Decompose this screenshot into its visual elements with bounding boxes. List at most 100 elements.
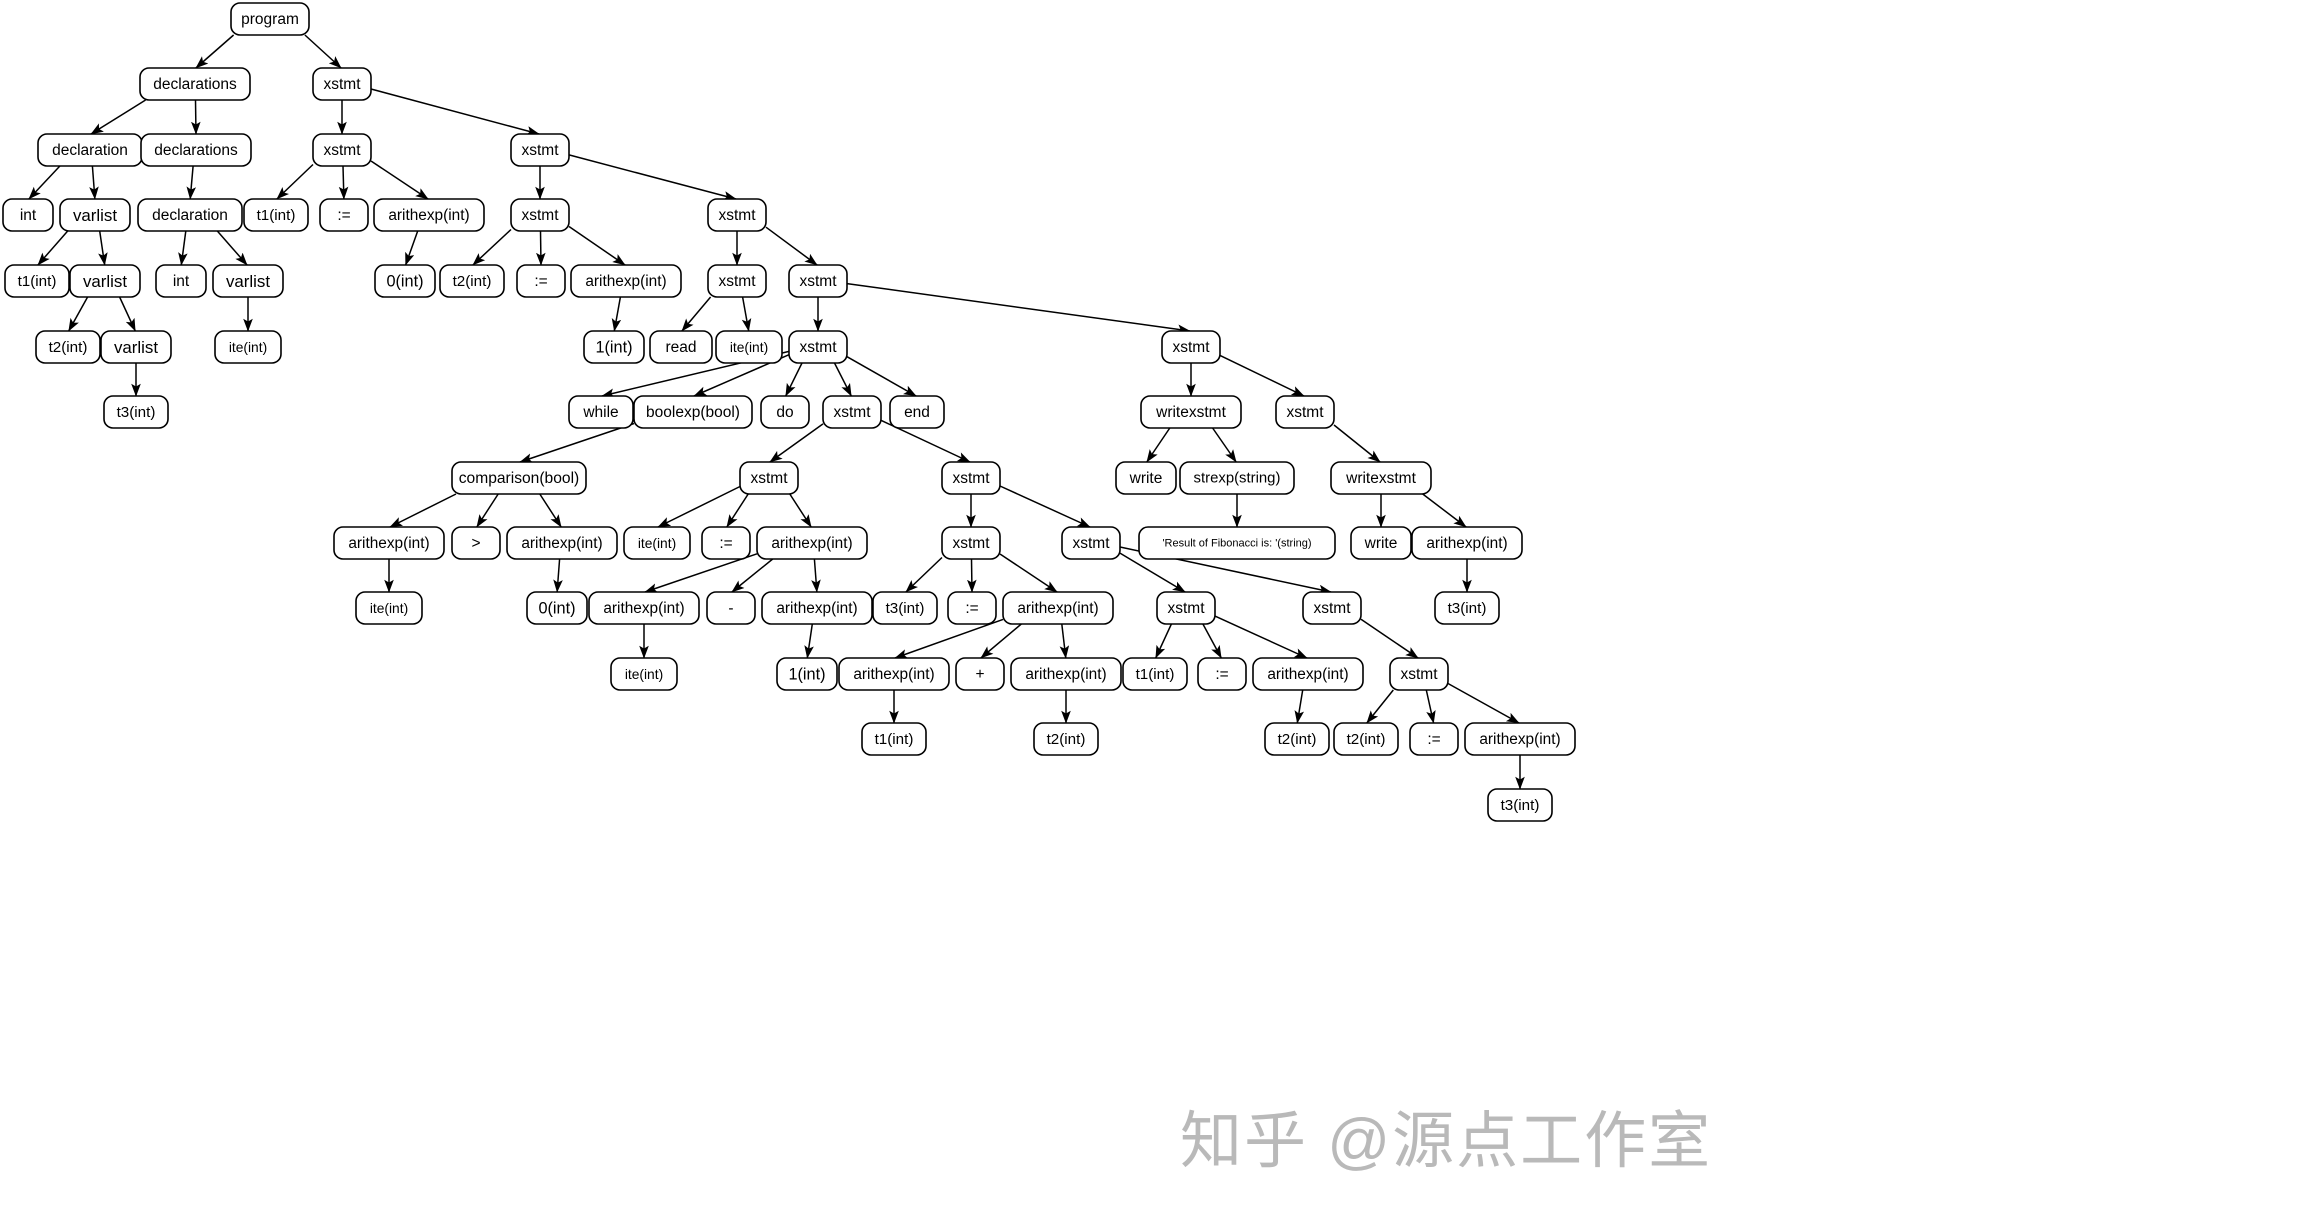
tree-node[interactable]: end	[889, 395, 945, 429]
tree-node[interactable]: xstmt	[312, 67, 372, 101]
tree-node[interactable]: t2(int)	[1333, 722, 1399, 756]
tree-node[interactable]: t2(int)	[439, 264, 505, 298]
tree-edge	[195, 34, 235, 69]
tree-node[interactable]: writexstmt	[1330, 461, 1432, 495]
tree-node[interactable]: xstmt	[707, 198, 767, 232]
tree-node[interactable]: arithexp(int)	[570, 264, 682, 298]
tree-node[interactable]: do	[760, 395, 810, 429]
tree-node[interactable]: 'Result of Fibonacci is: '(string)	[1138, 526, 1336, 560]
tree-node[interactable]: arithexp(int)	[1411, 526, 1523, 560]
tree-node-label: t1(int)	[18, 273, 57, 290]
tree-node[interactable]: >	[451, 526, 501, 560]
tree-node[interactable]: arithexp(int)	[373, 198, 485, 232]
tree-node[interactable]: :=	[1409, 722, 1459, 756]
tree-node[interactable]: xstmt	[1275, 395, 1335, 429]
tree-node[interactable]: xstmt	[941, 461, 1001, 495]
tree-node[interactable]: t2(int)	[1264, 722, 1330, 756]
tree-node[interactable]: xstmt	[312, 133, 372, 167]
tree-node-label: declaration	[152, 207, 228, 224]
tree-node[interactable]: arithexp(int)	[838, 657, 950, 691]
tree-node[interactable]: :=	[516, 264, 566, 298]
tree-node[interactable]: arithexp(int)	[1002, 591, 1114, 625]
tree-node[interactable]: xstmt	[1156, 591, 1216, 625]
tree-node[interactable]: varlist	[212, 264, 284, 298]
tree-node[interactable]: t1(int)	[4, 264, 70, 298]
tree-node[interactable]: arithexp(int)	[1464, 722, 1576, 756]
tree-node-label: t2(int)	[453, 273, 492, 290]
tree-node[interactable]: :=	[1197, 657, 1247, 691]
tree-node[interactable]: declarations	[140, 133, 252, 167]
tree-edge	[731, 558, 774, 593]
tree-node[interactable]: xstmt	[1302, 591, 1362, 625]
tree-node[interactable]: 1(int)	[583, 330, 645, 364]
tree-node-label: arithexp(int)	[1479, 731, 1560, 748]
tree-node[interactable]: t1(int)	[1122, 657, 1188, 691]
tree-node[interactable]: int	[155, 264, 207, 298]
tree-node-label: writexstmt	[1345, 470, 1416, 487]
tree-node-label: arithexp(int)	[771, 535, 852, 552]
tree-node[interactable]: xstmt	[510, 133, 570, 167]
tree-node[interactable]: arithexp(int)	[761, 591, 873, 625]
tree-node[interactable]: xstmt	[1389, 657, 1449, 691]
tree-node[interactable]: :=	[319, 198, 369, 232]
tree-node[interactable]: 1(int)	[776, 657, 838, 691]
tree-node[interactable]: +	[955, 657, 1005, 691]
tree-node[interactable]: arithexp(int)	[333, 526, 445, 560]
tree-node[interactable]: arithexp(int)	[1010, 657, 1122, 691]
tree-node[interactable]: ite(int)	[355, 591, 423, 625]
tree-node[interactable]: arithexp(int)	[506, 526, 618, 560]
tree-node[interactable]: declaration	[137, 198, 243, 232]
tree-edge	[191, 99, 201, 135]
tree-node[interactable]: t3(int)	[103, 395, 169, 429]
tree-node[interactable]: :=	[947, 591, 997, 625]
tree-node[interactable]: xstmt	[941, 526, 1001, 560]
tree-node[interactable]: xstmt	[1161, 330, 1221, 364]
tree-node-label: do	[776, 404, 793, 421]
tree-node[interactable]: comparison(bool)	[451, 461, 587, 495]
tree-node[interactable]: t3(int)	[1487, 788, 1553, 822]
tree-node[interactable]: write	[1115, 461, 1177, 495]
tree-node[interactable]: xstmt	[788, 264, 848, 298]
tree-edge	[178, 230, 188, 266]
tree-node[interactable]: ite(int)	[610, 657, 678, 691]
tree-node[interactable]: t3(int)	[1434, 591, 1500, 625]
tree-node[interactable]: declaration	[37, 133, 143, 167]
tree-node[interactable]: int	[2, 198, 54, 232]
tree-node[interactable]: while	[568, 395, 634, 429]
tree-node[interactable]: t2(int)	[1033, 722, 1099, 756]
tree-node[interactable]: 0(int)	[526, 591, 588, 625]
tree-node[interactable]: ite(int)	[623, 526, 691, 560]
tree-node[interactable]: arithexp(int)	[588, 591, 700, 625]
tree-node[interactable]: ite(int)	[715, 330, 783, 364]
tree-node[interactable]: xstmt	[822, 395, 882, 429]
tree-node[interactable]: read	[649, 330, 713, 364]
tree-edge	[568, 154, 737, 201]
tree-node[interactable]: ite(int)	[214, 330, 282, 364]
tree-node[interactable]: t1(int)	[243, 198, 309, 232]
tree-node[interactable]: xstmt	[510, 198, 570, 232]
tree-node[interactable]: boolexp(bool)	[633, 395, 753, 429]
tree-edge	[726, 493, 749, 528]
tree-edge	[1155, 623, 1173, 659]
tree-node[interactable]: varlist	[59, 198, 131, 232]
tree-node[interactable]: varlist	[100, 330, 172, 364]
tree-node[interactable]: program	[230, 2, 310, 36]
tree-node[interactable]: write	[1350, 526, 1412, 560]
tree-node[interactable]: xstmt	[739, 461, 799, 495]
tree-node[interactable]: xstmt	[707, 264, 767, 298]
tree-node[interactable]: strexp(string)	[1179, 461, 1295, 495]
tree-node[interactable]: xstmt	[788, 330, 848, 364]
tree-node[interactable]: :=	[701, 526, 751, 560]
tree-node[interactable]: t3(int)	[872, 591, 938, 625]
tree-node[interactable]: t1(int)	[861, 722, 927, 756]
tree-node[interactable]: arithexp(int)	[756, 526, 868, 560]
tree-node[interactable]: -	[706, 591, 756, 625]
tree-node-label: 0(int)	[538, 600, 575, 618]
tree-node[interactable]: arithexp(int)	[1252, 657, 1364, 691]
tree-node[interactable]: writexstmt	[1140, 395, 1242, 429]
tree-node[interactable]: declarations	[139, 67, 251, 101]
tree-node[interactable]: xstmt	[1061, 526, 1121, 560]
tree-node[interactable]: t2(int)	[35, 330, 101, 364]
tree-node[interactable]: varlist	[69, 264, 141, 298]
tree-node[interactable]: 0(int)	[374, 264, 436, 298]
